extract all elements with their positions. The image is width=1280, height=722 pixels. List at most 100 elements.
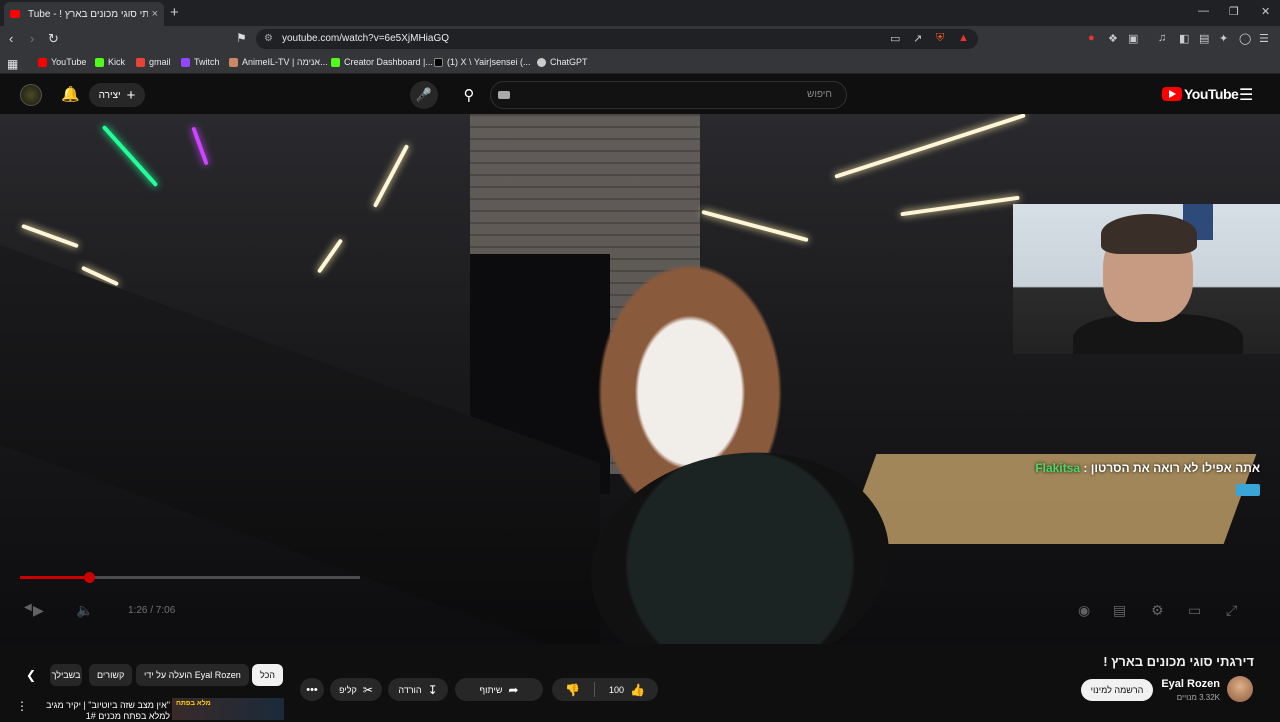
close-window-icon[interactable]: ✕ [1261, 5, 1270, 18]
recommended-video-title[interactable]: "אין מצב שזה ביוטיוב" | יקיר מגיב למלא ב… [34, 700, 170, 722]
forward-icon[interactable]: › [30, 31, 34, 46]
restore-icon[interactable]: ❐ [1229, 5, 1239, 18]
kick-icon [331, 57, 340, 67]
video-scene-neon-light [191, 126, 209, 166]
chat-badge-icon [1236, 483, 1260, 496]
minimize-icon[interactable]: — [1198, 5, 1209, 17]
bookmark-youtube[interactable]: YouTube [38, 57, 86, 67]
search-input[interactable]: חיפוש [490, 81, 847, 109]
rewards-icon[interactable]: ▲ [958, 32, 969, 44]
x-icon [434, 57, 443, 67]
progress-scrubber[interactable] [83, 572, 95, 583]
youtube-logo[interactable]: YouTube [1162, 86, 1239, 102]
like-count[interactable]: 100 [609, 685, 624, 695]
bookmark-twitch[interactable]: Twitch [181, 57, 220, 67]
twitch-icon [181, 57, 190, 67]
subscriber-count: 3.32K מנויים [1176, 693, 1220, 702]
back-icon[interactable]: ‹ [9, 31, 13, 46]
divider [593, 682, 595, 697]
video-scene-light [701, 209, 809, 243]
video-scene-light [372, 144, 410, 208]
url-bar[interactable]: ⚙ youtube.com/watch?v=6e5XjMHiaGQ [256, 29, 978, 49]
video-title: דירגתי סוגי מכונים בארץ ! [1103, 654, 1254, 669]
sidebar-icon[interactable]: ◧ [1179, 32, 1189, 45]
bookmark-anime[interactable]: AnimeIL-TV | אנימה... [229, 57, 328, 67]
address-toolbar: ‹ › ↻ ⚑ ⚙ youtube.com/watch?v=6e5XjMHiaG… [0, 26, 1280, 52]
leo-ai-icon[interactable]: ✦ [1219, 32, 1228, 45]
theater-mode-icon[interactable]: ▭ [1188, 602, 1201, 619]
thumbnail-tag: מלא בפתח [176, 700, 211, 707]
volume-icon[interactable]: 🔈 [76, 602, 93, 619]
chat-overlay-message: אתה אפילו לא רואה את הסרטון : Flakitsa [1030, 458, 1260, 500]
share-page-icon[interactable]: ↗ [913, 32, 922, 45]
fullscreen-icon[interactable]: ⤢ [1226, 602, 1237, 619]
cast-icon[interactable]: ▭ [890, 32, 900, 45]
channel-avatar[interactable] [1227, 676, 1253, 702]
vpn-icon[interactable]: ◯ [1239, 32, 1251, 45]
chat-username: Flakitsa [1035, 461, 1081, 475]
recommended-video-thumbnail[interactable]: מלא בפתח [172, 698, 284, 720]
dislike-icon[interactable]: 👎 [565, 683, 580, 697]
create-button[interactable]: יצירה + [89, 83, 145, 107]
chip-related[interactable]: קשורים [89, 664, 133, 686]
notifications-bell-icon[interactable]: 🔔 [61, 85, 80, 103]
chevron-left-icon[interactable]: ❮ [26, 668, 36, 682]
download-button[interactable]: הורדה ↧ [388, 678, 448, 701]
time-display: 1:26 / 7:06 [128, 605, 176, 616]
browser-tab[interactable]: Tube - ! דירגתי סוגי מכונים בארץ × [4, 2, 164, 26]
chip-all[interactable]: הכל [252, 664, 284, 686]
chip-uploaded-by[interactable]: הועלה על ידי Eyal Rozen [136, 664, 249, 686]
progress-played [20, 576, 89, 579]
video-player[interactable]: אתה אפילו לא רואה את הסרטון : Flakitsa ◀… [0, 114, 1280, 644]
browser-tab-bar: Tube - ! דירגתי סוגי מכונים בארץ × + — ❐… [0, 0, 1280, 26]
bookmark-creator-dashboard[interactable]: Creator Dashboard |... [331, 57, 433, 67]
voice-search-mic-icon[interactable]: 🎤 [410, 81, 438, 109]
bookmarks-bar: ▦ YouTube Kick gmail Twitch AnimeIL-TV |… [0, 52, 1280, 74]
more-actions-button[interactable]: ••• [300, 678, 324, 701]
music-icon[interactable]: ♫ [1158, 32, 1166, 44]
bookmark-gmail[interactable]: gmail [136, 57, 171, 67]
wallet-icon[interactable]: ▤ [1199, 32, 1209, 45]
browser-menu-icon[interactable]: ☰ [1259, 32, 1269, 45]
site-info-icon[interactable]: ⚙ [264, 29, 273, 49]
search-icon[interactable]: ⚲ [450, 81, 488, 109]
kebab-menu-icon[interactable]: ⋮ [16, 699, 28, 713]
bookmark-icon[interactable]: ⚑ [236, 31, 247, 45]
chip-for-you[interactable]: בשבילך [50, 664, 82, 686]
channel-name[interactable]: Eyal Rozen [1161, 678, 1220, 690]
bookmark-x[interactable]: (1) X \ Yair|sensei (... [434, 57, 531, 67]
extension-red-icon[interactable]: ● [1088, 32, 1095, 44]
prev-icon[interactable]: ◀ [24, 602, 32, 613]
scissors-icon: ✂ [362, 682, 373, 697]
bookmark-chatgpt[interactable]: ChatGPT [537, 57, 588, 67]
url-text: youtube.com/watch?v=6e5XjMHiaGQ [282, 33, 450, 44]
youtube-favicon-icon [10, 10, 20, 18]
video-scene-light [900, 195, 1020, 217]
subscribe-button[interactable]: הרשמה למינוי [1081, 679, 1153, 701]
video-scene-neon-light [101, 124, 159, 188]
reload-icon[interactable]: ↻ [48, 31, 59, 47]
youtube-icon [38, 57, 47, 67]
apps-grid-icon[interactable]: ▦ [7, 57, 18, 71]
chat-separator: : [1083, 461, 1088, 475]
guide-menu-icon[interactable]: ☰ [1239, 85, 1253, 105]
bookmark-kick[interactable]: Kick [95, 57, 125, 67]
clip-button[interactable]: קליפ ✂ [330, 678, 382, 701]
brave-shield-icon[interactable]: ⛨ [936, 32, 944, 45]
like-icon[interactable]: 👍 [630, 683, 645, 697]
share-button[interactable]: שיתוף ➦ [455, 678, 543, 701]
keyboard-icon[interactable] [498, 91, 510, 99]
share-icon: ➦ [508, 682, 519, 697]
autoplay-toggle-icon[interactable]: ◉ [1078, 602, 1090, 619]
video-scene-light [834, 114, 1026, 179]
account-avatar[interactable] [20, 84, 42, 106]
screenshot-icon[interactable]: ▣ [1128, 32, 1138, 45]
play-icon[interactable]: ▶ [33, 602, 44, 619]
tab-close-icon[interactable]: × [152, 8, 158, 20]
subtitles-icon[interactable]: ▤ [1113, 602, 1126, 619]
tab-title: Tube - ! דירגתי סוגי מכונים בארץ [28, 8, 148, 20]
extensions-puzzle-icon[interactable]: ❖ [1108, 32, 1118, 45]
video-info-section: דירגתי סוגי מכונים בארץ ! Eyal Rozen 3.3… [0, 644, 1280, 722]
settings-gear-icon[interactable]: ⚙ [1151, 602, 1164, 619]
new-tab-button[interactable]: + [170, 4, 179, 21]
